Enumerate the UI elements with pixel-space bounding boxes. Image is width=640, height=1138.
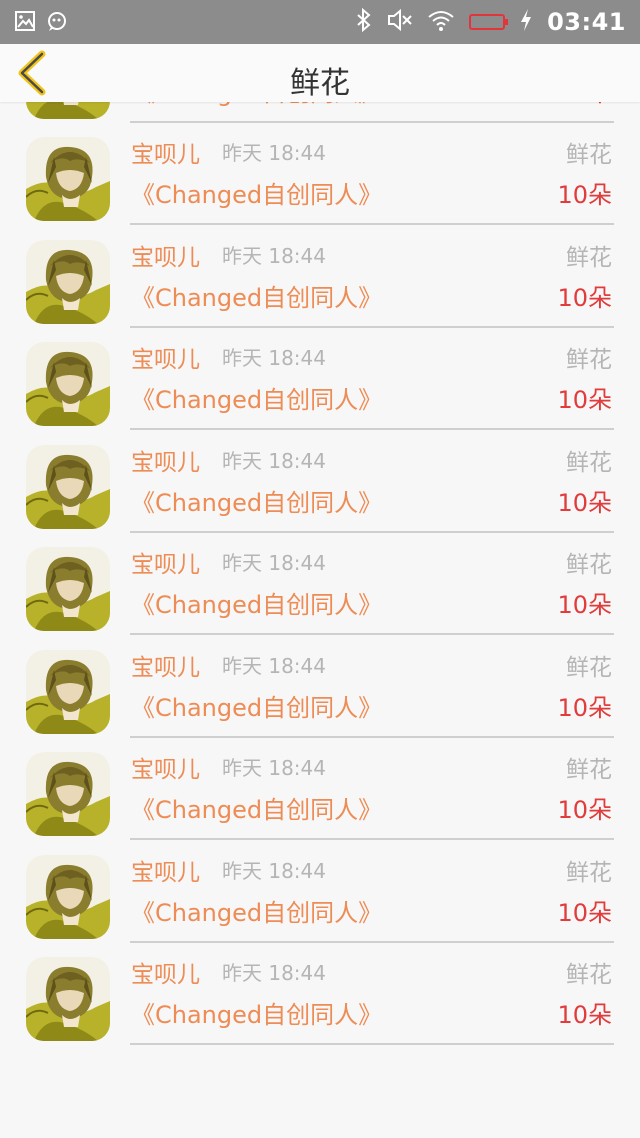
donor-name: 宝呗儿 [131, 449, 200, 476]
list-item[interactable]: 宝呗儿 昨天 18:44 《Changed自创同人》 鲜花 10朵 [0, 841, 640, 943]
donor-name: 宝呗儿 [131, 244, 200, 271]
work-title[interactable]: 《Changed自创同人》 [131, 893, 382, 928]
gift-type: 鲜花 [566, 859, 612, 886]
image-icon [14, 10, 36, 36]
gift-count: 10朵 [557, 283, 612, 312]
avatar[interactable] [26, 239, 110, 324]
donate-time: 昨天 18:44 [222, 551, 326, 575]
status-time: 03:41 [547, 8, 626, 36]
work-title[interactable]: 《Changed自创同人》 [131, 688, 382, 723]
list-item[interactable]: 宝呗儿 昨天 18:44 《Changed自创同人》 鲜花 10朵 [0, 636, 640, 738]
gift-count: 10朵 [557, 1001, 612, 1029]
gift-type: 鲜花 [566, 654, 612, 681]
work-title[interactable]: 《Changed自创同人》 [131, 790, 382, 825]
gift-type: 鲜花 [566, 347, 612, 373]
avatar[interactable] [26, 957, 110, 1041]
mute-icon [387, 8, 413, 36]
donate-time: 昨天 18:44 [222, 961, 326, 985]
donate-time: 昨天 18:44 [222, 346, 326, 370]
donate-time: 昨天 18:44 [222, 756, 326, 780]
list-item[interactable]: 宝呗儿 昨天 18:44 《Changed自创同人》 鲜花 10朵 [0, 943, 640, 1045]
row-divider [130, 1043, 614, 1045]
charging-icon [519, 8, 533, 36]
donate-time: 昨天 18:44 [222, 653, 326, 678]
gift-count: 10朵 [557, 181, 612, 209]
status-bar: 03:41 [0, 0, 640, 44]
list-item[interactable]: 宝呗儿 昨天 18:44 《Changed自创同人》 鲜花 10朵 [0, 226, 640, 328]
avatar[interactable] [26, 854, 110, 939]
status-bar-left [14, 10, 68, 36]
list-item[interactable]: 宝呗儿 昨天 18:44 《Changed自创同人》 鲜花 10朵 [0, 738, 640, 840]
gift-type: 鲜花 [566, 757, 612, 783]
donor-name: 宝呗儿 [131, 142, 200, 168]
donate-time: 昨天 18:44 [222, 141, 326, 165]
notification-icon [46, 10, 68, 36]
list-item[interactable]: 宝呗儿 昨天 18:44 《Changed自创同人》 鲜花 10朵 [0, 533, 640, 635]
avatar[interactable] [26, 752, 110, 836]
donor-name: 宝呗儿 [131, 552, 200, 578]
donor-name: 宝呗儿 [131, 962, 200, 988]
avatar[interactable] [26, 547, 110, 631]
avatar[interactable] [26, 649, 110, 734]
gift-count: 10朵 [557, 488, 612, 517]
work-title[interactable]: 《Changed自创同人》 [131, 175, 382, 210]
list-item[interactable]: 宝呗儿 昨天 18:44 《Changed自创同人》 鲜花 10朵 [0, 123, 640, 225]
gift-type: 鲜花 [566, 962, 612, 988]
gift-type: 鲜花 [566, 449, 612, 476]
work-title[interactable]: 《Changed自创同人》 [131, 278, 382, 313]
donor-name: 宝呗儿 [131, 347, 200, 373]
gift-type: 鲜花 [566, 552, 612, 578]
donate-time: 昨天 18:44 [222, 448, 326, 473]
avatar[interactable] [26, 444, 110, 529]
nav-bar: 鲜花 [0, 44, 640, 102]
bluetooth-icon [355, 7, 373, 36]
gift-count: 10朵 [557, 796, 612, 824]
gift-type: 鲜花 [566, 142, 612, 168]
donor-name: 宝呗儿 [131, 859, 200, 886]
page-title: 鲜花 [290, 66, 350, 101]
gift-count: 10朵 [557, 898, 612, 927]
donor-name: 宝呗儿 [131, 757, 200, 783]
battery-icon [469, 14, 509, 30]
gift-type: 鲜花 [566, 244, 612, 271]
gift-count: 10朵 [557, 386, 612, 414]
list-item[interactable]: 宝呗儿 昨天 18:44 《Changed自创同人》 鲜花 10朵 [0, 328, 640, 430]
work-title[interactable]: 《Changed自创同人》 [131, 995, 382, 1030]
donate-time: 昨天 18:44 [222, 243, 326, 268]
gift-count: 10朵 [557, 591, 612, 619]
avatar[interactable] [26, 137, 110, 221]
work-title[interactable]: 《Changed自创同人》 [131, 483, 382, 518]
work-title[interactable]: 《Changed自创同人》 [131, 380, 382, 415]
donate-time: 昨天 18:44 [222, 858, 326, 883]
list-item[interactable]: 宝呗儿 昨天 18:44 《Changed自创同人》 鲜花 10朵 [0, 431, 640, 533]
avatar[interactable] [26, 342, 110, 426]
status-bar-right: 03:41 [355, 0, 626, 44]
work-title[interactable]: 《Changed自创同人》 [131, 585, 382, 620]
donor-name: 宝呗儿 [131, 654, 200, 681]
gift-count: 10朵 [557, 693, 612, 722]
wifi-icon [427, 8, 455, 36]
